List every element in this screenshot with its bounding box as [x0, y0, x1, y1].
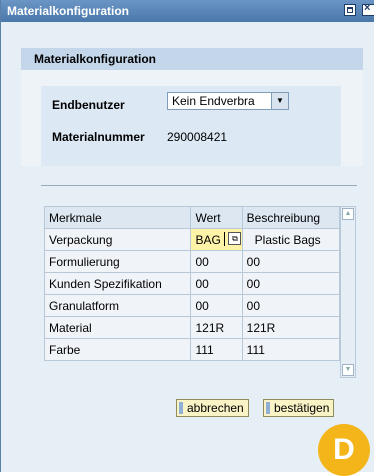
text-cursor [224, 232, 226, 246]
maximize-icon[interactable] [344, 4, 356, 16]
table-scrollbar[interactable]: ▲ ▼ [340, 206, 356, 378]
table-row: Material 121R 121R [43, 316, 341, 339]
close-icon[interactable]: × [362, 2, 374, 16]
materialnummer-label: Materialnummer [52, 130, 145, 144]
endbenutzer-value: Kein Endverbra [172, 94, 255, 108]
cell-beschreibung: 111 [241, 338, 341, 361]
chevron-down-icon[interactable]: ▼ [271, 93, 288, 109]
cell-wert[interactable]: 00 [190, 294, 243, 317]
table-header-row: Merkmale Wert Beschreibung [43, 206, 341, 229]
materialnummer-value: 290008421 [167, 130, 228, 144]
column-header-merkmale[interactable]: Merkmale [43, 206, 192, 229]
confirm-button[interactable]: bestätigen [263, 399, 335, 417]
endbenutzer-dropdown[interactable]: Kein Endverbra ▼ [167, 92, 289, 110]
table-row: Granulatform 00 00 [43, 294, 341, 317]
cell-merkmal: Formulierung [43, 250, 192, 273]
table-row: Verpackung BAG ⧉ Plastic Bags [43, 228, 341, 251]
wert-input[interactable]: BAG ⧉ [190, 228, 243, 251]
value-help-icon[interactable]: ⧉ [228, 232, 242, 245]
cell-wert[interactable]: 00 [190, 272, 243, 295]
table-row: Kunden Spezifikation 00 00 [43, 272, 341, 295]
section-divider [41, 185, 357, 186]
cell-merkmal: Farbe [43, 338, 192, 361]
cell-merkmal: Verpackung [43, 228, 192, 251]
cell-beschreibung: 00 [241, 294, 341, 317]
column-header-beschreibung[interactable]: Beschreibung [241, 206, 341, 229]
cell-wert[interactable]: 111 [190, 338, 243, 361]
endbenutzer-label: Endbenutzer [52, 98, 125, 112]
cell-beschreibung: 00 [241, 250, 341, 273]
cell-merkmal: Granulatform [43, 294, 192, 317]
window-title: Materialkonfiguration [7, 4, 130, 18]
characteristics-table: Merkmale Wert Beschreibung Verpackung BA… [43, 206, 341, 361]
cell-beschreibung: 121R [241, 316, 341, 339]
cell-wert[interactable]: 00 [190, 250, 243, 273]
scroll-down-icon[interactable]: ▼ [342, 364, 354, 376]
cell-merkmal: Kunden Spezifikation [43, 272, 192, 295]
material-config-dialog: Materialkonfiguration × Materialkonfigur… [0, 0, 374, 472]
wert-input-value[interactable]: BAG [195, 233, 220, 247]
table-row: Formulierung 00 00 [43, 250, 341, 273]
cancel-button[interactable]: abbrechen [176, 399, 249, 417]
window-titlebar[interactable]: Materialkonfiguration [1, 0, 374, 22]
column-header-wert[interactable]: Wert [190, 206, 243, 229]
scroll-up-icon[interactable]: ▲ [342, 208, 354, 220]
d-badge: D [318, 424, 370, 476]
table-row: Farbe 111 111 [43, 338, 341, 361]
cell-wert[interactable]: 121R [190, 316, 243, 339]
cell-merkmal: Material [43, 316, 192, 339]
cell-beschreibung: Plastic Bags [241, 228, 341, 251]
cell-beschreibung: 00 [241, 272, 341, 295]
panel-header: Materialkonfiguration [21, 48, 363, 70]
